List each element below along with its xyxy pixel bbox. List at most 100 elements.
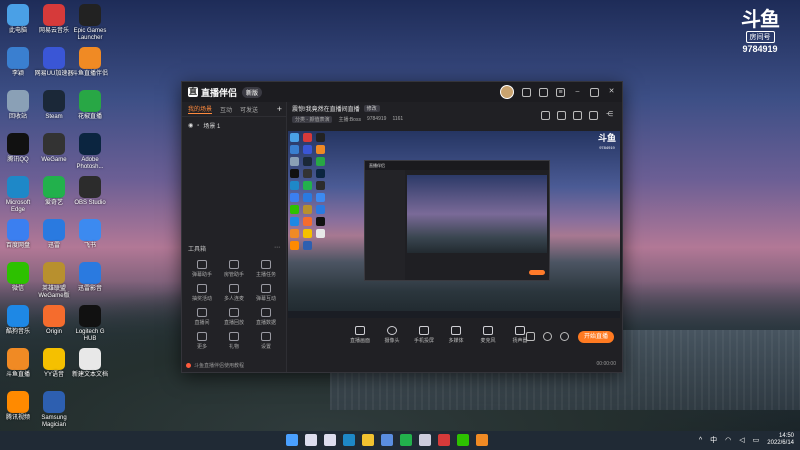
desktop-shortcut[interactable]: 迅雷 (34, 219, 74, 250)
tool-task[interactable]: 主播任务 (250, 260, 282, 278)
tool-lottery[interactable]: 抽奖活动 (186, 284, 218, 302)
tool-data[interactable]: 直播数据 (250, 308, 282, 326)
desktop-shortcut[interactable]: 斗鱼直播伴侣 (70, 47, 110, 78)
maximize-icon[interactable] (590, 87, 599, 97)
battery-icon[interactable]: ▭ (753, 436, 760, 444)
user-avatar[interactable] (500, 85, 514, 99)
edge-icon[interactable] (343, 434, 355, 446)
tool-admin[interactable]: 房管助手 (218, 260, 250, 278)
desktop-shortcut[interactable]: 飞书 (70, 219, 110, 250)
file-explorer-icon[interactable] (362, 434, 374, 446)
volume-icon[interactable]: ◁ (739, 436, 744, 444)
start-live-button[interactable]: 开始直播 (578, 331, 614, 343)
desktop-shortcut[interactable]: 网易UU加速器 (34, 47, 74, 78)
tray-chevron-icon[interactable]: ^ (699, 437, 702, 444)
preview-wegame-icon (303, 169, 312, 178)
window-titlebar[interactable]: 直 直播伴侣 新版 ≡ – ✕ (182, 82, 622, 102)
control-mic[interactable]: 麦克风 (478, 326, 498, 344)
desktop-shortcut[interactable]: 腾讯视频 (0, 391, 38, 422)
tab-sendable[interactable]: 可发送 (240, 105, 258, 114)
room-category[interactable]: 分类 - 颜值表演 (292, 116, 333, 123)
eye-icon[interactable]: ◉ (188, 122, 193, 129)
lottery-icon (197, 284, 207, 293)
desktop-shortcut[interactable]: 微信 (0, 262, 38, 293)
desktop-shortcut[interactable]: 李颖 (0, 47, 38, 78)
bell-icon[interactable] (589, 111, 598, 120)
shop-icon[interactable] (541, 111, 550, 120)
clock[interactable]: 14:50 2022/6/14 (767, 433, 794, 447)
desktop-shortcut[interactable]: Adobe Photosh... (70, 133, 110, 171)
desktop-shortcut[interactable]: Steam (34, 90, 74, 121)
tool-danmaku[interactable]: 弹幕助手 (186, 260, 218, 278)
watermark-sub: 房间号 (745, 31, 775, 43)
desktop-shortcut[interactable]: 网易云音乐 (34, 4, 74, 35)
tool-interaction[interactable]: 弹幕互动 (250, 284, 282, 302)
desktop-shortcut[interactable]: 腾讯QQ (0, 133, 38, 164)
close-icon[interactable]: ✕ (607, 88, 616, 97)
tool-gift[interactable]: 礼物 (218, 332, 250, 350)
desktop-shortcut[interactable]: 此电脑 (0, 4, 38, 35)
wechat-icon[interactable] (457, 434, 469, 446)
visibility-icon[interactable] (543, 332, 552, 341)
desktop-shortcut[interactable]: 新建文本文档 (70, 348, 110, 379)
windows-start-icon[interactable] (286, 434, 298, 446)
live-preview[interactable]: 斗鱼 9784919 直播伴侣 (288, 131, 620, 318)
skin-icon[interactable] (539, 87, 548, 97)
version-badge[interactable]: 新版 (242, 86, 263, 98)
qq-icon (7, 133, 29, 155)
tool-replay[interactable]: 直播回放 (218, 308, 250, 326)
lock-icon[interactable]: ▫ (197, 123, 199, 129)
settings-gear-icon[interactable] (560, 332, 569, 341)
iqiyi-icon[interactable] (400, 434, 412, 446)
scene-item[interactable]: ◉ ▫ 场景 1 (182, 117, 286, 134)
desktop-shortcut-label: WeGame (41, 157, 67, 163)
toolbox-more-icon[interactable]: ⋯ (274, 244, 280, 253)
task-view-icon[interactable] (324, 434, 336, 446)
minimize-icon[interactable]: – (573, 88, 582, 97)
tab-scenes[interactable]: 我的场景 (188, 104, 213, 114)
desktop-shortcut[interactable]: Microsoft Edge (0, 176, 38, 214)
menu-icon[interactable]: ≡ (556, 87, 565, 97)
notion-icon[interactable] (419, 434, 431, 446)
desktop-shortcut[interactable]: Logitech G HUB (70, 305, 110, 343)
desktop-shortcut[interactable]: 斗鱼直播 (0, 348, 38, 379)
desktop-shortcut[interactable]: 花椒直播 (70, 90, 110, 121)
tool-settings[interactable]: 设置 (250, 332, 282, 350)
tool-multi-mic[interactable]: 多人连麦 (218, 284, 250, 302)
share-icon[interactable]: ⋲ (605, 111, 614, 120)
edit-title-button[interactable]: 修改 (363, 105, 380, 112)
tab-interaction[interactable]: 互动 (220, 105, 232, 114)
desktop-shortcut[interactable]: 英雄联盟 WeGame版 (34, 262, 74, 300)
control-media[interactable]: 多媒体 (446, 326, 466, 344)
control-camera[interactable]: 摄像头 (382, 326, 402, 344)
live-companion-window[interactable]: 直 直播伴侣 新版 ≡ – ✕ 我的场景 互动 可发送 + ◉ ▫ 场景 1 工… (181, 81, 623, 373)
netease-music-icon[interactable] (438, 434, 450, 446)
search-icon[interactable] (305, 434, 317, 446)
titlebar-controls: ≡ – ✕ (500, 85, 616, 99)
desktop-shortcut[interactable]: Origin (34, 305, 74, 336)
gift-box-icon[interactable] (557, 111, 566, 120)
douyu-companion-icon[interactable] (476, 434, 488, 446)
add-scene-icon[interactable]: + (277, 104, 282, 114)
desktop-shortcut[interactable]: 爱奇艺 (34, 176, 74, 207)
control-phone-cast[interactable]: 手机投屏 (414, 326, 434, 344)
wifi-icon[interactable]: ◠ (725, 436, 731, 444)
pip-icon[interactable] (526, 332, 535, 341)
desktop-shortcut[interactable]: OBS Studio (70, 176, 110, 207)
control-screen[interactable]: 直播画面 (350, 326, 370, 344)
tool-room[interactable]: 直播间 (186, 308, 218, 326)
tray-lang[interactable]: 中 (710, 435, 717, 445)
notice-bar[interactable]: 斗鱼直播伴侣使用教程 (186, 362, 244, 369)
desktop-shortcut[interactable]: 迅雷影音 (70, 262, 110, 293)
desktop-shortcut[interactable]: 百度网盘 (0, 219, 38, 250)
desktop-shortcut[interactable]: 回收站 (0, 90, 38, 121)
desktop-shortcut[interactable]: YY语音 (34, 348, 74, 379)
message-icon[interactable] (522, 87, 531, 97)
desktop-shortcut[interactable]: Samsung Magician (34, 391, 74, 429)
record-icon[interactable] (573, 111, 582, 120)
desktop-shortcut[interactable]: 酷狗音乐 (0, 305, 38, 336)
desktop-shortcut[interactable]: WeGame (34, 133, 74, 164)
desktop-shortcut[interactable]: Epic Games Launcher (70, 4, 110, 42)
store-icon[interactable] (381, 434, 393, 446)
tool-more[interactable]: 更多 (186, 332, 218, 350)
